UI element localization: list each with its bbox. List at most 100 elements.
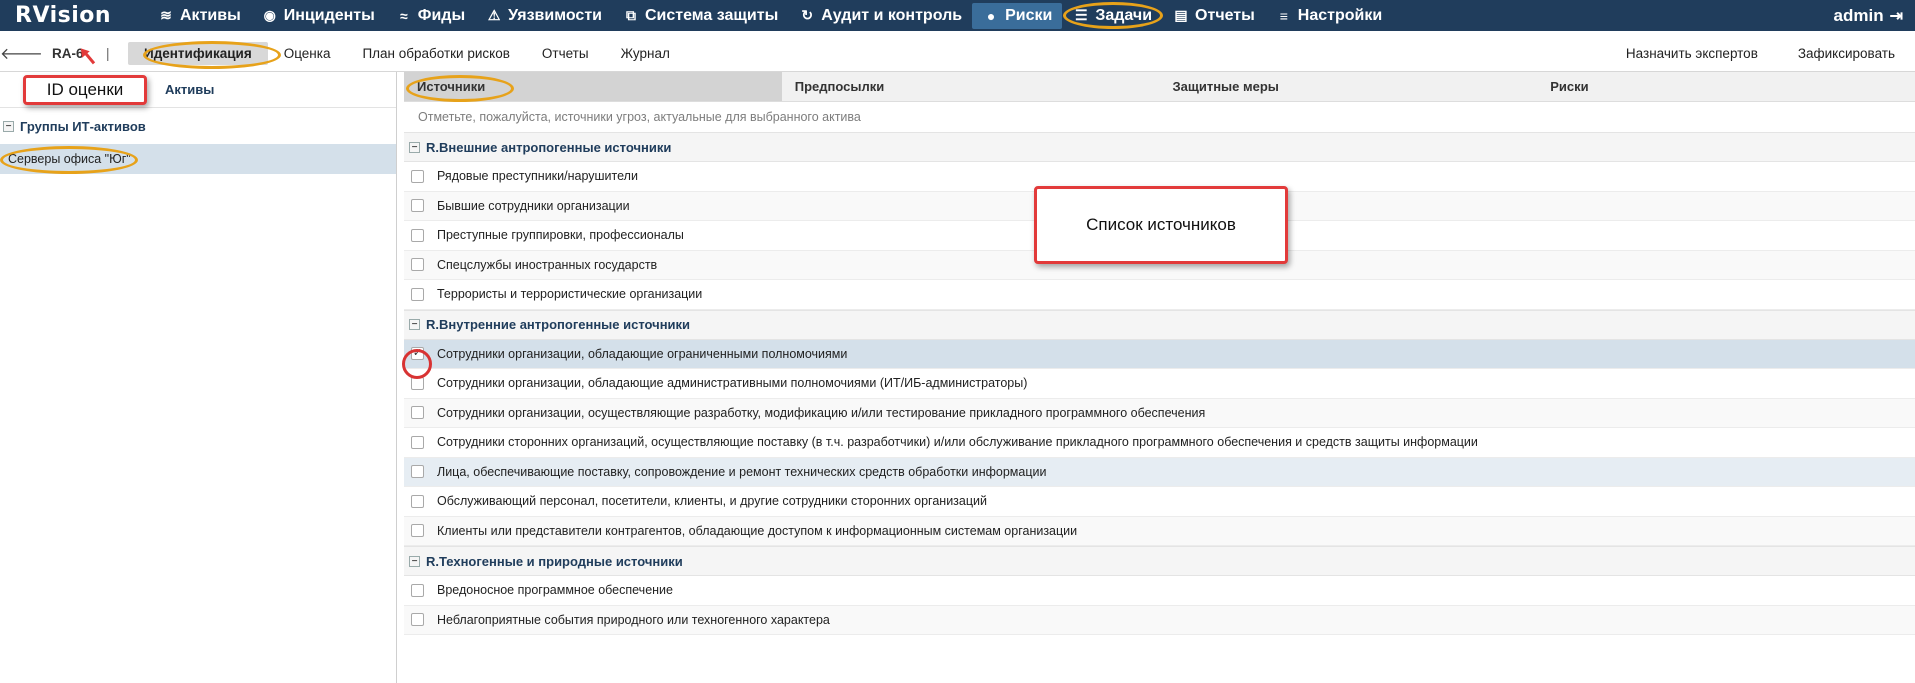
section-header[interactable]: − R.Техногенные и природные источники [404,546,1915,576]
nav-label: Настройки [1297,6,1383,24]
list-item[interactable]: Клиенты или представители контрагентов, … [404,516,1915,546]
collapse-icon[interactable]: − [409,141,420,153]
windows-icon: ⧉ [625,7,636,23]
list-item[interactable]: Лица, обеспечивающие поставку, сопровожд… [404,457,1915,487]
nav-audit[interactable]: ↻ Аудит и контроль [788,0,972,31]
tab-treatment-plan[interactable]: План обработки рисков [346,42,525,65]
item-label: Бывшие сотрудники организации [437,198,630,213]
sources-callout: Список источников [1034,186,1288,264]
collapse-icon[interactable]: − [3,120,14,132]
nav-label: Риски [1005,6,1053,24]
list-item[interactable]: Сотрудники организации, осуществляющие р… [404,398,1915,428]
highlight-ring [1063,2,1163,29]
nav-label: Активы [180,6,241,24]
assign-experts-button[interactable]: Назначить экспертов [1606,42,1778,65]
id-callout: ID оценки [23,75,147,105]
nav-label: Фиды [417,6,466,24]
target-icon: ◉ [263,7,276,23]
rss-icon: ≈ [399,7,408,24]
list-item[interactable]: Сотрудники организации, обладающие админ… [404,369,1915,399]
nav-protection[interactable]: ⧉ Система защиты [612,0,788,31]
highlight-ring [402,349,432,379]
list-item[interactable]: Обслуживающий персонал, посетители, клие… [404,487,1915,517]
section-title: R.Внутренние антропогенные источники [426,317,691,332]
item-label: Сотрудники сторонних организаций, осущес… [437,435,1478,450]
refresh-icon: ↻ [801,7,814,23]
checkbox[interactable] [411,169,424,183]
asset-group-header[interactable]: − Группы ИТ-активов [0,108,396,144]
risk-icon: ● [986,7,996,24]
highlight-ring [143,41,281,69]
item-label: Террористы и террористические организаци… [437,287,703,302]
nav-risks[interactable]: ● Риски [972,2,1063,29]
highlight-ring [0,146,138,174]
item-label: Сотрудники организации, осуществляющие р… [437,405,1206,420]
section-header[interactable]: − R.Внешние антропогенные источники [404,132,1915,162]
item-label: Спецслужбы иностранных государств [437,257,658,272]
item-label: Сотрудники организации, обладающие огран… [437,346,848,361]
nav-label: Система защиты [644,6,779,24]
hint-text: Отметьте, пожалуйста, источники угроз, а… [418,110,861,124]
separator: | [106,46,110,61]
username: admin [1833,5,1884,25]
checkbox[interactable] [411,465,424,479]
item-label: Обслуживающий персонал, посетители, клие… [437,494,987,509]
checkbox[interactable] [411,228,424,242]
tab-protective-measures[interactable]: Защитные меры [1160,72,1538,101]
list-item[interactable]: Вредоносное программное обеспечение [404,576,1915,606]
checkbox[interactable] [411,435,424,449]
nav-label: Отчеты [1195,6,1255,24]
tab-assets[interactable]: Активы [150,82,229,97]
item-label: Вредоносное программное обеспечение [437,583,673,598]
list-item[interactable]: Сотрудники сторонних организаций, осущес… [404,428,1915,458]
nav-reports[interactable]: ▤ Отчеты [1162,0,1265,31]
checkbox[interactable] [411,287,424,301]
nav-label: Аудит и контроль [821,6,963,24]
item-label: Неблагоприятные события природного или т… [437,612,830,627]
nav-settings[interactable]: ≡ Настройки [1265,0,1392,31]
section-title: R.Внешние антропогенные источники [426,139,672,155]
item-label: Рядовые преступники/нарушители [437,169,638,184]
checkbox[interactable] [411,406,424,420]
checkbox[interactable] [411,494,424,508]
fix-button[interactable]: Зафиксировать [1778,42,1915,65]
sources-panel: Источники Предпосылки Защитные меры Риск… [404,72,1915,683]
collapse-icon[interactable]: − [409,555,420,567]
tab-prerequisites[interactable]: Предпосылки [782,72,1160,101]
nav-incidents[interactable]: ◉ Инциденты [251,0,385,31]
nav-label: Инциденты [283,6,375,24]
item-label: Преступные группировки, профессионалы [437,228,684,243]
app-logo[interactable]: RVision [15,3,147,28]
report-icon: ▤ [1174,7,1188,23]
checkbox[interactable] [411,258,424,272]
checkbox[interactable] [411,613,424,627]
list-item[interactable]: Неблагоприятные события природного или т… [404,605,1915,635]
top-navigation: RVision ≋ Активы ◉ Инциденты ≈ Фиды ⚠ Уязвим… [0,0,1915,31]
list-item[interactable]: Террористы и террористические организаци… [404,280,1915,310]
logout-icon[interactable]: ⇥ [1890,6,1903,26]
tab-risks[interactable]: Риски [1537,72,1915,101]
database-icon: ≋ [160,7,172,23]
asset-group-label: Группы ИТ-активов [20,118,146,134]
checkbox[interactable] [411,524,424,538]
highlight-ring [406,75,514,102]
section-title: R.Техногенные и природные источники [426,553,683,569]
user-menu[interactable]: admin ⇥ [1834,6,1903,26]
assessment-toolbar: 🡐 RA-6 | Идентификация Оценка План обраб… [0,36,1915,72]
nav-assets[interactable]: ≋ Активы [147,0,251,31]
section-header[interactable]: − R.Внутренние антропогенные источники [404,309,1915,340]
menu-icon: ≡ [1279,7,1288,24]
checkbox[interactable] [411,583,424,597]
back-arrow-icon[interactable]: 🡐 [0,43,43,64]
checkbox[interactable] [411,199,424,213]
nav-feeds[interactable]: ≈ Фиды [385,0,475,31]
tab-journal[interactable]: Журнал [605,42,686,65]
warning-icon: ⚠ [487,7,501,23]
list-item-selected[interactable]: ✓ Сотрудники организации, обладающие огра… [404,339,1915,369]
item-label: Клиенты или представители контрагентов, … [437,523,1078,538]
nav-vulnerabilities[interactable]: ⚠ Уязвимости [475,0,612,31]
item-label: Лица, обеспечивающие поставку, сопровожд… [437,464,1047,479]
tab-reports[interactable]: Отчеты [526,42,605,65]
collapse-icon[interactable]: − [409,319,420,330]
nav-label: Уязвимости [508,6,602,24]
